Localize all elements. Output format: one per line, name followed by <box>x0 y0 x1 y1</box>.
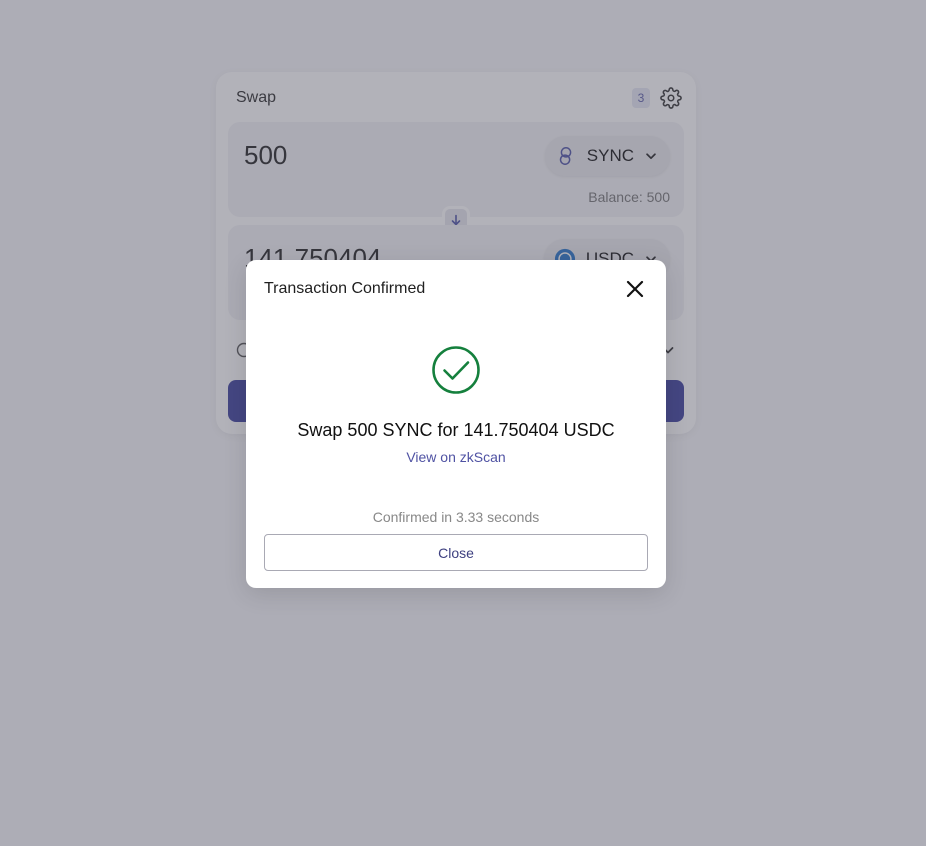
page: Swap 3 500 SYNC Balance: 500 141.750404 … <box>0 0 926 846</box>
modal-title: Transaction Confirmed <box>264 280 426 297</box>
confirmation-time: Confirmed in 3.33 seconds <box>372 509 540 525</box>
view-on-zkscan-link[interactable]: View on zkScan <box>246 449 666 465</box>
close-icon[interactable] <box>624 278 646 300</box>
transaction-confirmed-modal: Transaction Confirmed Swap 500 SYNC for … <box>246 260 666 588</box>
close-button[interactable]: Close <box>264 534 648 571</box>
check-circle-icon <box>432 346 480 394</box>
swap-summary: Swap 500 SYNC for 141.750404 USDC <box>297 420 615 440</box>
